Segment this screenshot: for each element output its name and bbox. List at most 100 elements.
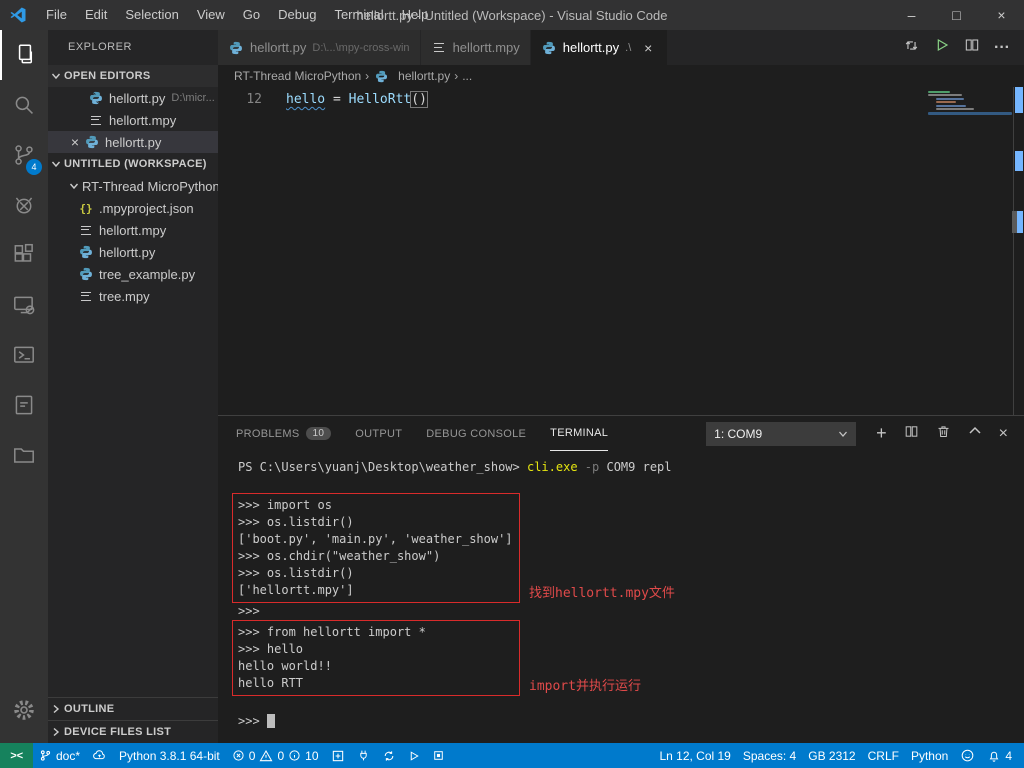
- tab-output[interactable]: OUTPUT: [355, 416, 402, 451]
- cursor-position-status[interactable]: Ln 12, Col 19: [653, 743, 736, 768]
- encoding-status[interactable]: GB 2312: [802, 743, 861, 768]
- branch-name: doc*: [56, 749, 80, 763]
- terminal-powershell-icon[interactable]: [0, 330, 48, 380]
- tab-hellortt-py-external[interactable]: hellortt.py D:\...\mpy-cross-win: [218, 30, 421, 65]
- python-file-icon: [78, 245, 94, 259]
- code-editor[interactable]: 12 hello = HelloRtt(): [218, 87, 1024, 415]
- boxed-plus-icon[interactable]: [325, 743, 351, 768]
- open-editor-item[interactable]: hellortt.py D:\micr...: [48, 87, 218, 109]
- refresh-sync-icon[interactable]: [376, 743, 402, 768]
- split-terminal-icon[interactable]: [904, 424, 919, 444]
- language-mode-status[interactable]: Python: [905, 743, 954, 768]
- close-panel-icon[interactable]: ×: [999, 425, 1008, 443]
- file-label: hellortt.py: [105, 135, 161, 150]
- code-token-operator: =: [325, 92, 348, 107]
- panel-tab-bar: PROBLEMS 10 OUTPUT DEBUG CONSOLE TERMINA…: [218, 416, 1024, 451]
- notification-count: 4: [1005, 749, 1012, 763]
- menu-file[interactable]: File: [37, 0, 76, 30]
- problems-badge: 10: [306, 427, 332, 440]
- close-window-button[interactable]: ×: [979, 0, 1024, 30]
- search-icon[interactable]: [0, 80, 48, 130]
- run-play-status-icon[interactable]: [402, 743, 426, 768]
- feedback-smiley-icon[interactable]: [954, 743, 981, 768]
- debug-icon[interactable]: [0, 180, 48, 230]
- menu-help[interactable]: Help: [393, 0, 438, 30]
- sync-download-icon[interactable]: [903, 37, 920, 59]
- chevron-right-icon: ›: [365, 69, 369, 83]
- tree-file-item[interactable]: hellortt.mpy: [48, 219, 218, 241]
- tab-hellortt-py-active[interactable]: hellortt.py .\ ×: [531, 30, 669, 65]
- warning-icon: [259, 749, 273, 763]
- minimize-button[interactable]: –: [889, 0, 934, 30]
- menu-terminal[interactable]: Terminal: [325, 0, 392, 30]
- terminal-instance-select[interactable]: 1: COM9: [706, 422, 856, 446]
- maximize-button[interactable]: □: [934, 0, 979, 30]
- source-control-icon[interactable]: 4: [0, 130, 48, 180]
- file-label: hellortt.py: [99, 245, 155, 260]
- tab-terminal[interactable]: TERMINAL: [550, 416, 608, 451]
- annotation-box-listdir: >>> import os >>> os.listdir() ['boot.py…: [232, 493, 520, 603]
- kill-terminal-trash-icon[interactable]: [936, 424, 951, 444]
- workspace-header[interactable]: UNTITLED (WORKSPACE): [48, 153, 218, 175]
- run-play-icon[interactable]: [934, 37, 950, 58]
- close-icon[interactable]: ×: [66, 134, 84, 150]
- new-terminal-icon[interactable]: +: [876, 423, 887, 444]
- repl-input-line[interactable]: >>>: [238, 713, 1024, 730]
- problems-status[interactable]: 0 0 10: [226, 743, 325, 768]
- tree-file-item[interactable]: tree_example.py: [48, 263, 218, 285]
- settings-gear-icon[interactable]: [0, 685, 48, 735]
- breadcrumb-root[interactable]: RT-Thread MicroPython: [234, 69, 361, 83]
- remote-indicator[interactable]: ><: [0, 743, 33, 768]
- tab-hellortt-mpy[interactable]: hellortt.mpy: [421, 30, 531, 65]
- indentation-status[interactable]: Spaces: 4: [737, 743, 802, 768]
- minimap[interactable]: [924, 89, 1012, 116]
- terminal-output[interactable]: PS C:\Users\yuanj\Desktop\weather_show> …: [218, 451, 1024, 743]
- folder-rt-thread[interactable]: RT-Thread MicroPython: [48, 175, 218, 197]
- scrollbar-thumb[interactable]: [1012, 211, 1017, 233]
- menu-view[interactable]: View: [188, 0, 234, 30]
- folder-icon[interactable]: [0, 430, 48, 480]
- tab-debug-console[interactable]: DEBUG CONSOLE: [426, 416, 526, 451]
- menu-edit[interactable]: Edit: [76, 0, 116, 30]
- tab-problems[interactable]: PROBLEMS 10: [236, 416, 331, 451]
- repl-line: >>> from hellortt import *: [238, 624, 519, 641]
- sync-cloud-icon[interactable]: [86, 743, 113, 768]
- stop-square-icon[interactable]: [426, 743, 451, 768]
- outline-section[interactable]: OUTLINE: [48, 697, 218, 720]
- eol-status[interactable]: CRLF: [862, 743, 905, 768]
- breadcrumb-symbol[interactable]: ...: [462, 69, 472, 83]
- tab-label: hellortt.mpy: [453, 40, 520, 55]
- more-actions-icon[interactable]: ···: [994, 39, 1010, 57]
- repl-line: >>> os.chdir("weather_show"): [238, 548, 519, 565]
- remote-device-icon[interactable]: [0, 280, 48, 330]
- open-editor-item-active[interactable]: × hellortt.py: [48, 131, 218, 153]
- python-interpreter-status[interactable]: Python 3.8.1 64-bit: [113, 743, 226, 768]
- mpy-file-icon: [78, 292, 94, 301]
- explorer-icon[interactable]: [0, 30, 48, 80]
- file-label: hellortt.mpy: [109, 113, 176, 128]
- menu-go[interactable]: Go: [234, 0, 269, 30]
- plug-connect-icon[interactable]: [351, 743, 376, 768]
- open-editor-item[interactable]: hellortt.mpy: [48, 109, 218, 131]
- git-branch-status[interactable]: doc*: [33, 743, 86, 768]
- repl-prompt: >>>: [238, 603, 1024, 620]
- tree-file-item[interactable]: tree.mpy: [48, 285, 218, 307]
- overview-ruler[interactable]: [1013, 87, 1024, 415]
- split-editor-icon[interactable]: [964, 37, 980, 58]
- open-editors-header[interactable]: OPEN EDITORS: [48, 65, 218, 87]
- tree-file-item[interactable]: {} .mpyproject.json: [48, 197, 218, 219]
- breadcrumb[interactable]: RT-Thread MicroPython › hellortt.py › ..…: [218, 65, 1024, 87]
- menu-debug[interactable]: Debug: [269, 0, 325, 30]
- code-line-12: 12 hello = HelloRtt(): [218, 90, 1024, 109]
- breadcrumb-file[interactable]: hellortt.py: [398, 69, 450, 83]
- chevron-right-icon: [48, 701, 64, 717]
- menu-selection[interactable]: Selection: [116, 0, 187, 30]
- maximize-panel-icon[interactable]: [968, 424, 982, 443]
- notifications-bell[interactable]: 4: [981, 743, 1024, 768]
- tree-file-item[interactable]: hellortt.py: [48, 241, 218, 263]
- close-tab-icon[interactable]: ×: [639, 40, 657, 56]
- extensions-icon[interactable]: [0, 230, 48, 280]
- device-files-section[interactable]: DEVICE FILES LIST: [48, 720, 218, 743]
- line-number: 12: [218, 92, 262, 107]
- notes-file-icon[interactable]: [0, 380, 48, 430]
